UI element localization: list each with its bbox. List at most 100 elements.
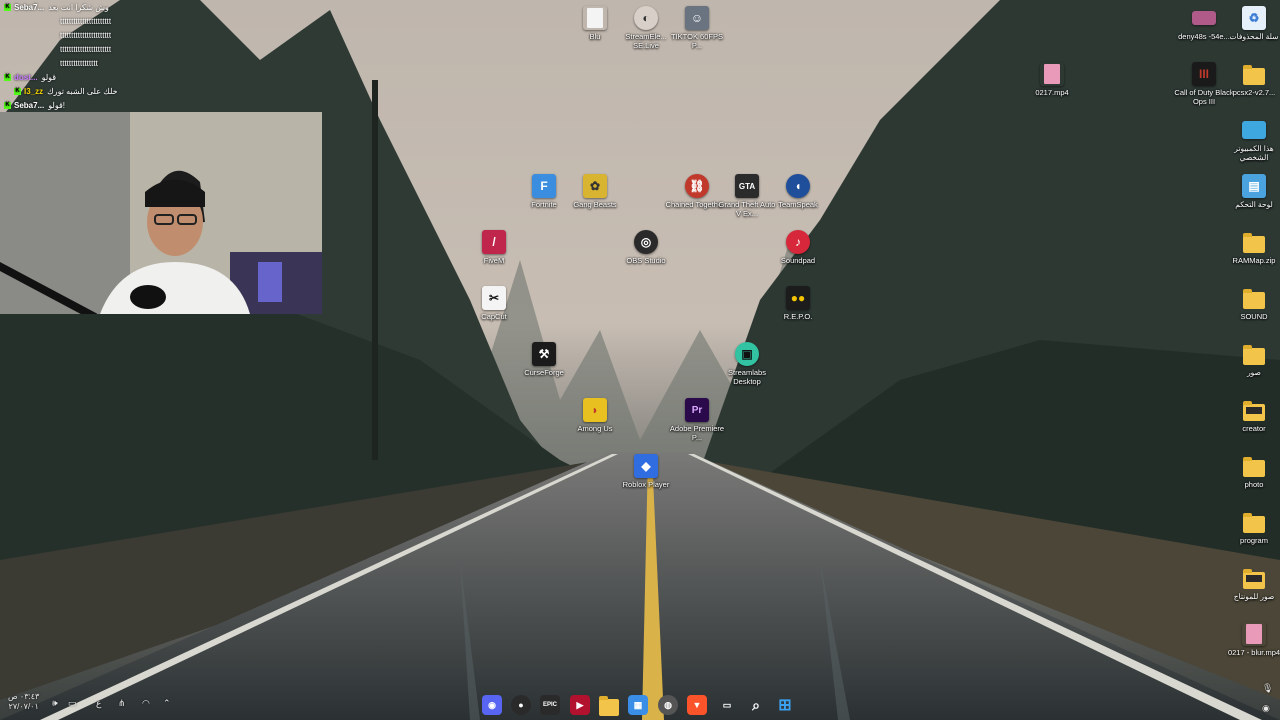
taskbar-store-icon[interactable]: ▦ bbox=[628, 695, 648, 715]
kick-badge-icon: K bbox=[14, 87, 21, 95]
language-indicator[interactable]: ع bbox=[96, 698, 101, 709]
teamspeak-icon: ◖ bbox=[786, 174, 810, 198]
taskbar-discord-icon[interactable]: ◉ bbox=[482, 695, 502, 715]
roblox-icon: ◆ bbox=[634, 454, 658, 478]
taskbar-clock[interactable]: ٠٣:٤٣ ص ٢٧/٠٧/٠١ bbox=[8, 692, 39, 712]
desktop-icon-obs-studio[interactable]: ◎ OBS Studio bbox=[614, 230, 678, 265]
desktop-icon-photo-folder[interactable]: photo bbox=[1222, 454, 1280, 489]
chat-text: ttttttttttttttttttttttt bbox=[60, 30, 112, 40]
desktop-icon-among-us[interactable]: ◗ Among Us bbox=[563, 398, 627, 433]
fortnite-icon: F bbox=[532, 174, 556, 198]
folder-icon bbox=[1242, 510, 1266, 534]
folder-icon bbox=[1242, 398, 1266, 422]
capcut-icon: ✂ bbox=[482, 286, 506, 310]
gang-beasts-icon: ✿ bbox=[583, 174, 607, 198]
network-icon[interactable]: ⋔ bbox=[118, 698, 126, 709]
webcam-feed bbox=[0, 112, 322, 314]
taskbar-brave-icon[interactable]: ▼ bbox=[687, 695, 707, 715]
windows-start-icon[interactable]: ⊞ bbox=[775, 695, 795, 715]
chat-message: ttttttttttttttttt bbox=[0, 56, 160, 70]
desktop-icon-photos-ar-folder[interactable]: صور bbox=[1222, 342, 1280, 377]
chat-text: وش شكرا انت بعد bbox=[48, 2, 109, 12]
desktop-icon-repo[interactable]: ●● R.E.P.O. bbox=[766, 286, 830, 321]
kick-badge-icon: K bbox=[4, 101, 11, 109]
chat-message: K Seba7... قولو! bbox=[0, 98, 160, 112]
desktop-icon-gang-beasts[interactable]: ✿ Gang Beasts bbox=[563, 174, 627, 209]
display-icon[interactable]: ▭ bbox=[68, 698, 77, 709]
chat-message: ttttttttttttttttttttttt bbox=[0, 14, 160, 28]
desktop-icon-capcut[interactable]: ✂ CapCut bbox=[462, 286, 526, 321]
chat-message: K Seba7... وش شكرا انت بعد bbox=[0, 0, 160, 14]
chat-text: ttttttttttttttttttttttt bbox=[60, 44, 112, 54]
chat-username: Seba7... bbox=[14, 2, 45, 12]
clock-date: ٢٧/٠٧/٠١ bbox=[8, 702, 39, 711]
volume-icon[interactable]: 🕪 bbox=[52, 698, 58, 709]
desktop-icon-0217-mp4[interactable]: 0217.mp4 bbox=[1020, 62, 1084, 97]
chevron-up-icon[interactable]: ⌃ bbox=[163, 698, 171, 709]
folder-icon bbox=[1242, 454, 1266, 478]
folder-icon bbox=[1242, 286, 1266, 310]
search-icon[interactable]: ⌕ bbox=[746, 695, 766, 715]
chat-message: ttttttttttttttttttttttt bbox=[0, 28, 160, 42]
desktop-icon-recycle-bin[interactable]: ♻ سلة المحذوفات bbox=[1222, 6, 1280, 41]
desktop-icon-montage-photos-folder[interactable]: صور للمونتاج bbox=[1222, 566, 1280, 601]
task-view-icon[interactable]: ▭ bbox=[717, 695, 737, 715]
cod-icon: III bbox=[1192, 62, 1216, 86]
desktop-wallpaper bbox=[0, 0, 1280, 720]
desktop-icon-roblox[interactable]: ◆ Roblox Player bbox=[614, 454, 678, 489]
chat-text: ttttttttttttttttttttttt bbox=[60, 16, 112, 26]
monitor-icon bbox=[1242, 121, 1266, 139]
video-file-icon bbox=[1040, 62, 1064, 86]
streamlabs-icon: ▣ bbox=[735, 342, 759, 366]
desktop-icon-program-folder[interactable]: program bbox=[1222, 510, 1280, 545]
desktop-icon-tiktok[interactable]: ☺ TIKTOK 60FPS P... bbox=[665, 6, 729, 50]
desktop-icon-fivem[interactable]: / FiveM bbox=[462, 230, 526, 265]
chat-username: I3_zz bbox=[24, 86, 44, 96]
kick-badge-icon: K bbox=[4, 3, 11, 11]
desktop-icon-teamspeak[interactable]: ◖ TeamSpeak bbox=[766, 174, 830, 209]
notification-icon[interactable]: ◉ bbox=[1262, 703, 1270, 714]
stream-chat-overlay: K Seba7... وش شكرا انت بعد ttttttttttttttt… bbox=[0, 0, 160, 112]
desktop-icon-0217-blur[interactable]: 0217 - blur.mp4 bbox=[1222, 622, 1280, 657]
headset-icon[interactable]: ◠ bbox=[142, 698, 150, 709]
chat-message: ttttttttttttttttttttttt bbox=[0, 42, 160, 56]
desktop-icon-curseforge[interactable]: ⚒ CurseForge bbox=[512, 342, 576, 377]
desktop-icon-control-panel[interactable]: ▤ لوحة التحكم bbox=[1222, 174, 1280, 209]
folder-icon bbox=[1242, 566, 1266, 590]
premiere-icon: Pr bbox=[685, 398, 709, 422]
video-file-icon bbox=[1242, 622, 1266, 646]
desktop-icon-streamlabs[interactable]: ▣ Streamlabs Desktop bbox=[715, 342, 779, 386]
taskbar-epic-games-icon[interactable]: EPIC bbox=[540, 695, 560, 715]
control-panel-icon: ▤ bbox=[1242, 174, 1266, 198]
streamelements-icon: ◐ bbox=[634, 6, 658, 30]
desktop-icon-pcsx2[interactable]: pcsx2-v2.7... bbox=[1222, 62, 1280, 97]
kick-badge-icon: K bbox=[4, 73, 11, 81]
folder-icon bbox=[1242, 342, 1266, 366]
chat-text: قولو! bbox=[48, 100, 66, 110]
desktop-icon-sound-folder[interactable]: SOUND bbox=[1222, 286, 1280, 321]
fivem-icon: / bbox=[482, 230, 506, 254]
taskbar-obs-icon[interactable]: ● bbox=[511, 695, 531, 715]
zip-folder-icon bbox=[1242, 230, 1266, 254]
among-us-icon: ◗ bbox=[583, 398, 607, 422]
file-icon bbox=[583, 6, 607, 30]
tiktok-thumbnail-icon: ☺ bbox=[685, 6, 709, 30]
chat-message: Kdost... قولو bbox=[0, 70, 160, 84]
desktop-icon-creator-folder[interactable]: creator bbox=[1222, 398, 1280, 433]
recycle-bin-icon: ♻ bbox=[1242, 6, 1266, 30]
taskbar-browser-icon[interactable]: ◍ bbox=[658, 695, 678, 715]
taskbar-file-explorer-icon[interactable] bbox=[599, 695, 619, 716]
desktop-icon-soundpad[interactable]: ♪ Soundpad bbox=[766, 230, 830, 265]
chat-username: dost... bbox=[14, 72, 38, 82]
gta-icon: GTA bbox=[735, 174, 759, 198]
microphone-icon[interactable]: 🎙 bbox=[1262, 683, 1273, 694]
desktop-icon-premiere-pro[interactable]: Pr Adobe Premiere P... bbox=[665, 398, 729, 442]
chat-message: K I3_zz خلك على الشبه تورك bbox=[0, 84, 160, 98]
obs-icon: ◎ bbox=[634, 230, 658, 254]
desktop-icon-this-pc[interactable]: هذا الكمبيوتر الشخصي bbox=[1222, 118, 1280, 162]
taskbar-video-editor-icon[interactable]: ▶ bbox=[570, 695, 590, 715]
curseforge-icon: ⚒ bbox=[532, 342, 556, 366]
chat-text: ttttttttttttttttt bbox=[60, 58, 98, 68]
desktop-icon-rammap[interactable]: RAMMap.zip bbox=[1222, 230, 1280, 265]
image-file-icon bbox=[1192, 11, 1216, 25]
